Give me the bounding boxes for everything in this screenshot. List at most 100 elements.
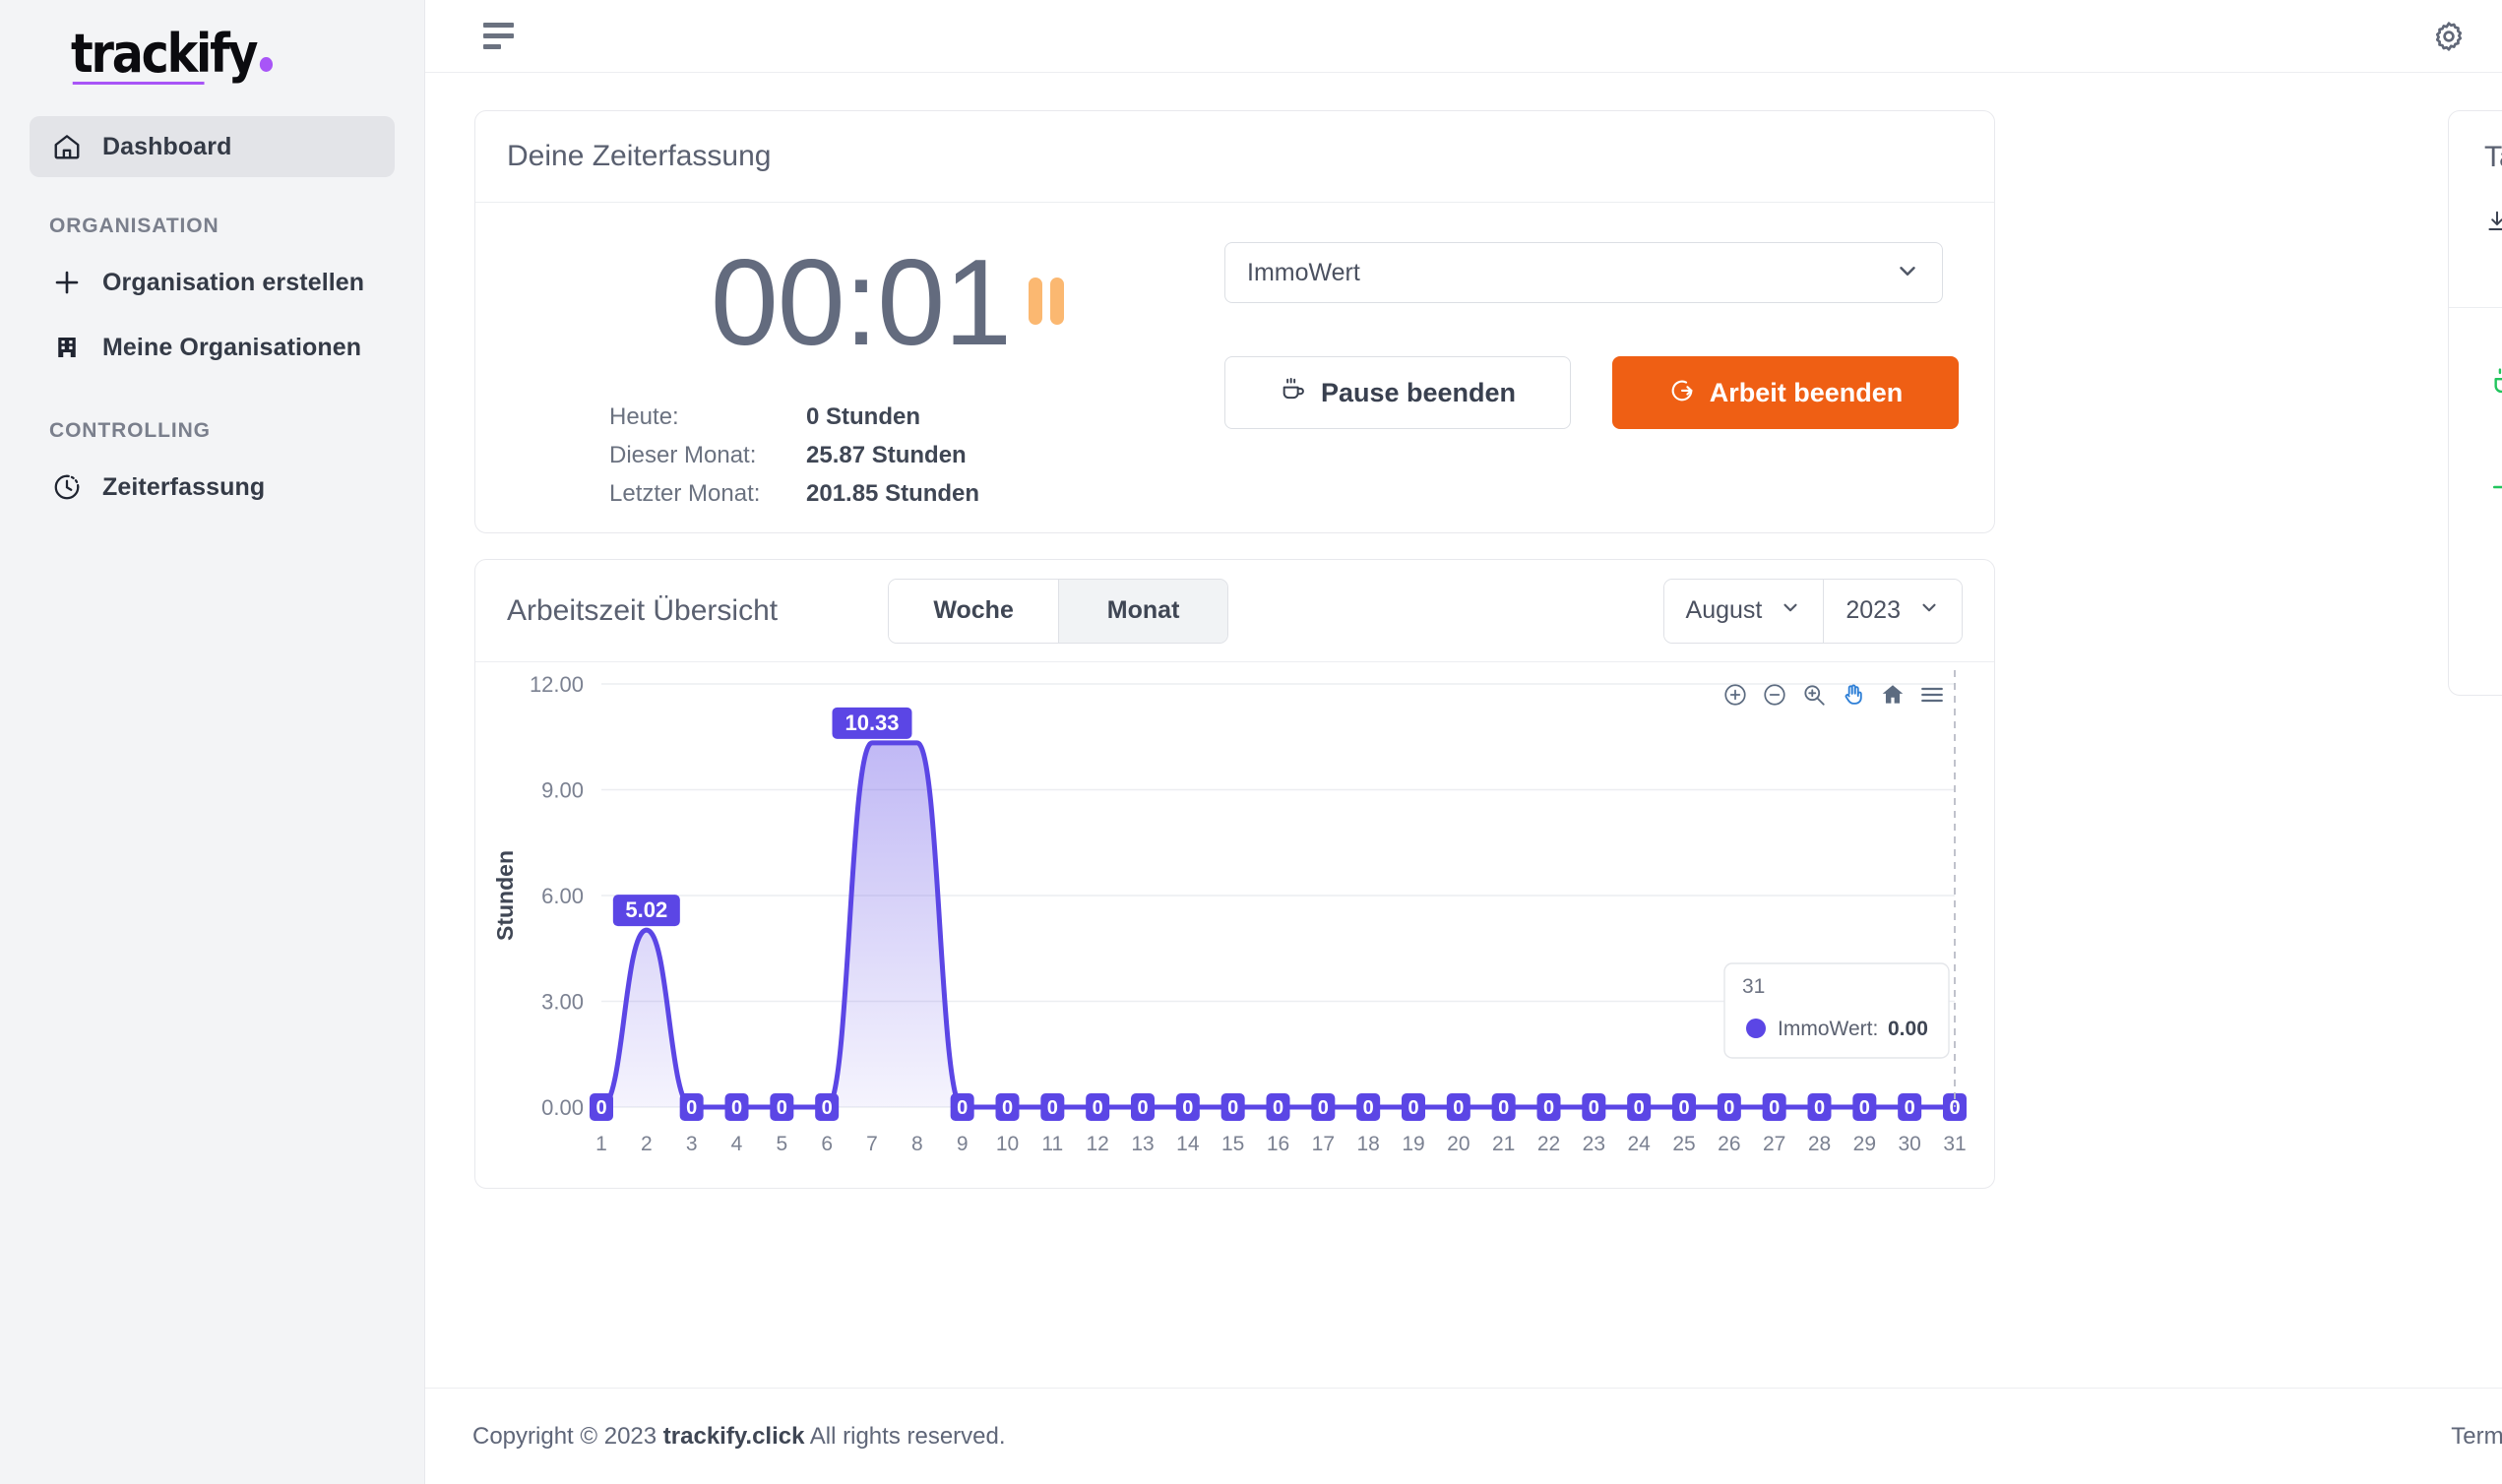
clock-icon [51,471,83,503]
data-label: 0 [686,1097,697,1119]
arbeit-beenden-button[interactable]: Arbeit beenden [1612,356,1959,429]
x-axis-tick: 28 [1808,1133,1831,1155]
brand-name: trackify [71,23,259,85]
event-timeline: Pause begonnen ImmoWert 22: [2449,308,2502,574]
y-axis-label: Stunden [492,850,518,941]
x-axis-tick: 13 [1131,1133,1154,1155]
y-axis-tick: 9.00 [541,778,584,803]
data-label: 0 [1949,1097,1960,1119]
timer-card-body: 00:01 Heute: 0 Stunden Dieser Monat: 25.… [475,203,1994,513]
data-label: 0 [1407,1097,1418,1119]
x-axis-tick: 11 [1041,1133,1063,1155]
stat-label: Dieser Monat: [609,442,757,468]
stat-value: 25.87 Stunden [806,442,967,468]
terms-link[interactable]: Term & Con [2451,1423,2502,1451]
sidebar-section-organisation: ORGANISATION Organisation erstellen Mein… [0,177,424,378]
pause-beenden-button[interactable]: Pause beenden [1224,356,1571,429]
y-axis-tick: 6.00 [541,884,584,908]
data-label: 0 [1002,1097,1013,1119]
main-area: Deine Zeiterfassung 00:01 Heute: 0 Stund… [425,0,2502,1484]
pause-bars-icon [1029,278,1065,325]
panning-hand-icon[interactable] [1841,682,1866,708]
range-toggle: Woche Monat [888,578,1229,644]
copyright: Copyright © 2023 trackify.click All righ… [472,1423,1006,1451]
data-label: 0 [1814,1097,1825,1119]
svg-text:31: 31 [1742,975,1765,998]
timer-actions: Pause beenden Arbeit beenden [1224,356,1959,429]
logo-underline [72,82,205,85]
chart-card: Arbeitszeit Übersicht Woche Monat August [474,559,1995,1189]
sidebar-item-dashboard[interactable]: Dashboard [30,116,395,177]
chevron-down-icon [1895,258,1920,288]
purple-dot-icon [259,57,274,72]
x-axis-tick: 2 [641,1133,653,1155]
x-axis-tick: 15 [1221,1133,1244,1155]
chevron-down-icon [1780,596,1801,625]
sidebar-item-organisation-erstellen[interactable]: Organisation erstellen [30,252,395,313]
data-label: 10.33 [844,711,899,735]
timer-display: 00:01 [511,242,1224,364]
data-label: 0 [1318,1097,1329,1119]
timer-card-header: Deine Zeiterfassung [475,111,1994,203]
timer-right-column: ImmoWert Pause beenden Arbeit beenden [1224,242,1994,513]
x-axis-tick: 12 [1086,1133,1108,1155]
building-icon [51,332,83,363]
data-label: 0 [1273,1097,1283,1119]
selection-zoom-icon[interactable] [1801,682,1827,708]
month-select[interactable]: August [1663,579,1824,643]
data-label: 5.02 [625,897,667,922]
y-axis-tick: 0.00 [541,1095,584,1120]
summary-toolbar: CSV 09.08.2023 [2449,174,2502,253]
tab-monat[interactable]: Monat [1058,579,1228,643]
chart-toolbar [1722,682,1945,708]
chart-tooltip: 31 ImmoWert: 0.00 [1723,962,1950,1059]
data-label: 0 [1137,1097,1148,1119]
stat-value: 201.85 Stunden [806,480,980,507]
x-axis-tick: 21 [1492,1133,1515,1155]
svg-text:ImmoWert:: ImmoWert: [1778,1018,1878,1040]
content-scroll: Deine Zeiterfassung 00:01 Heute: 0 Stund… [425,73,2502,1484]
brand-logo[interactable]: trackify [0,0,424,116]
x-axis-tick: 1 [595,1133,607,1155]
timer-stats: Heute: 0 Stunden Dieser Monat: 25.87 Stu… [609,398,1224,513]
x-axis-tick: 23 [1583,1133,1605,1155]
stat-label: Heute: [609,403,679,430]
chart-card-title: Arbeitszeit Übersicht [507,593,779,627]
summary-card-title: Tageszusammenfassung [2484,141,2502,173]
coffee-cup-icon [1280,376,1307,410]
chevron-down-icon [1918,596,1940,625]
x-axis-tick: 19 [1402,1133,1424,1155]
csv-export-button[interactable]: CSV [2484,209,2502,241]
coffee-cup-icon [2484,363,2502,399]
stat-value: 0 Stunden [806,403,921,430]
sidebar-item-label: Dashboard [102,132,232,160]
menu-bars-icon[interactable] [1919,682,1945,708]
data-label: 0 [1498,1097,1509,1119]
footer: Copyright © 2023 trackify.click All righ… [425,1388,2502,1484]
x-axis-tick: 22 [1537,1133,1560,1155]
gear-icon[interactable] [2427,15,2471,58]
data-label: 0 [1363,1097,1374,1119]
copyright-prefix: Copyright © 2023 [472,1422,657,1450]
sidebar: trackify Dashboard ORGANISATION Organisa… [0,0,425,1484]
sidebar-item-meine-organisationen[interactable]: Meine Organisationen [30,317,395,378]
project-select[interactable]: ImmoWert [1224,242,1943,303]
x-axis-tick: 10 [996,1133,1019,1155]
data-label: 0 [777,1097,787,1119]
data-label: 0 [1453,1097,1464,1119]
hamburger-menu-icon[interactable] [476,15,520,58]
zoom-in-icon[interactable] [1722,682,1748,708]
project-select-value: ImmoWert [1247,258,1360,286]
logout-circle-icon [1668,376,1696,410]
login-arrow-icon [2484,468,2502,504]
year-select[interactable]: 2023 [1823,579,1962,643]
reset-home-icon[interactable] [1880,682,1906,708]
topbar [425,0,2502,73]
zoom-out-icon[interactable] [1762,682,1787,708]
x-axis-tick: 14 [1176,1133,1200,1155]
copyright-suffix: All rights reserved. [809,1422,1006,1450]
sidebar-item-zeiterfassung[interactable]: Zeiterfassung [30,457,395,518]
tab-woche[interactable]: Woche [889,579,1059,643]
sidebar-item-label: Organisation erstellen [102,268,365,296]
month-select-value: August [1685,596,1763,624]
